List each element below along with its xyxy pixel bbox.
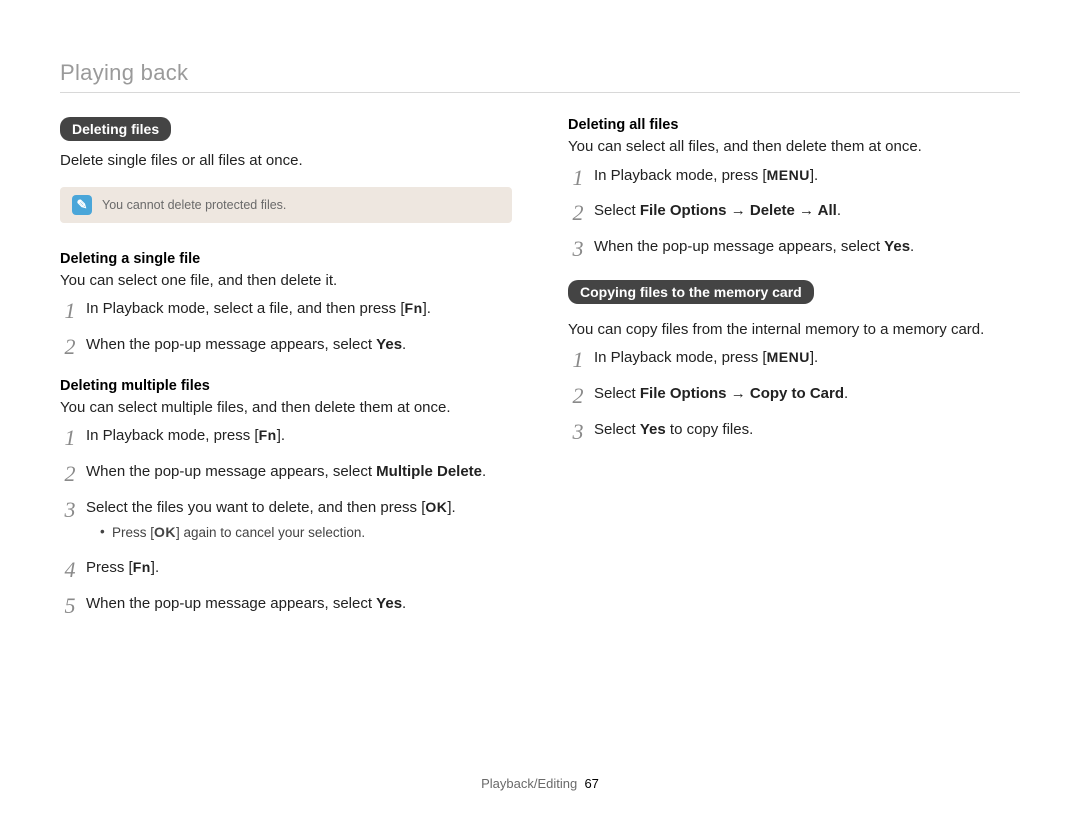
desc-copy-files: You can copy files from the internal mem… bbox=[568, 320, 1020, 340]
footer-chapter: Playback/Editing bbox=[481, 776, 577, 791]
step: Select File Options → Copy to Card. bbox=[568, 383, 1020, 405]
right-column: Deleting all files You can select all fi… bbox=[568, 117, 1020, 636]
step-text: When the pop-up message appears, select bbox=[86, 336, 376, 353]
steps-delete-single: In Playback mode, select a file, and the… bbox=[60, 298, 512, 356]
step: In Playback mode, select a file, and the… bbox=[60, 298, 512, 320]
step-text: Press [ bbox=[86, 559, 133, 576]
step-text: . bbox=[844, 385, 848, 402]
step: When the pop-up message appears, select … bbox=[568, 236, 1020, 258]
step-text: . bbox=[910, 238, 914, 255]
steps-delete-multiple: In Playback mode, press [Fn]. When the p… bbox=[60, 425, 512, 614]
note-text: You cannot delete protected files. bbox=[102, 198, 286, 212]
step-text: ]. bbox=[810, 167, 818, 184]
step-text: . bbox=[482, 463, 486, 480]
two-column-layout: Deleting files Delete single files or al… bbox=[60, 117, 1020, 636]
subhead-delete-single: Deleting a single file bbox=[60, 251, 512, 267]
step-text: In Playback mode, press [ bbox=[594, 167, 767, 184]
step-text: In Playback mode, press [ bbox=[594, 349, 767, 366]
note-icon: ✎ bbox=[72, 195, 92, 215]
step-text: Select bbox=[594, 421, 640, 438]
step-text: In Playback mode, select a file, and the… bbox=[86, 300, 405, 317]
step: In Playback mode, press [MENU]. bbox=[568, 347, 1020, 369]
step-text: ]. bbox=[810, 349, 818, 366]
heading-pill-copy-files: Copying files to the memory card bbox=[568, 280, 814, 304]
step-bold: Yes bbox=[640, 421, 666, 438]
steps-delete-all: In Playback mode, press [MENU]. Select F… bbox=[568, 165, 1020, 258]
step-text: When the pop-up message appears, select bbox=[594, 238, 884, 255]
step-sub-bullet: Press [OK] again to cancel your selectio… bbox=[100, 522, 512, 543]
step-text: . bbox=[402, 336, 406, 353]
step: When the pop-up message appears, select … bbox=[60, 334, 512, 356]
step-text: to copy files. bbox=[666, 421, 754, 438]
step-text: . bbox=[837, 202, 841, 219]
step-text: In Playback mode, press [ bbox=[86, 427, 259, 444]
step-bold: Yes bbox=[884, 238, 910, 255]
fn-key: Fn bbox=[405, 298, 423, 318]
steps-copy-files: In Playback mode, press [MENU]. Select F… bbox=[568, 347, 1020, 440]
footer-page-number: 67 bbox=[584, 776, 598, 791]
step: Select Yes to copy files. bbox=[568, 419, 1020, 441]
divider bbox=[60, 92, 1020, 93]
step: Select the files you want to delete, and… bbox=[60, 497, 512, 543]
step-bold: Yes bbox=[376, 336, 402, 353]
desc-delete-multiple: You can select multiple files, and then … bbox=[60, 398, 512, 418]
fn-key: Fn bbox=[133, 557, 151, 577]
menu-key: MENU bbox=[767, 165, 810, 185]
step-text: Select the files you want to delete, and… bbox=[86, 499, 425, 516]
step-text: When the pop-up message appears, select bbox=[86, 595, 376, 612]
step-text: ]. bbox=[423, 300, 431, 317]
page-footer: Playback/Editing 67 bbox=[0, 776, 1080, 791]
fn-key: Fn bbox=[259, 425, 277, 445]
step-text: ]. bbox=[447, 499, 455, 516]
step-bold: Multiple Delete bbox=[376, 463, 482, 480]
desc-delete-all: You can select all files, and then delet… bbox=[568, 137, 1020, 157]
menu-key: MENU bbox=[767, 347, 810, 367]
subhead-delete-all: Deleting all files bbox=[568, 117, 1020, 133]
left-column: Deleting files Delete single files or al… bbox=[60, 117, 512, 636]
desc-delete-single: You can select one file, and then delete… bbox=[60, 271, 512, 291]
step-text: ]. bbox=[277, 427, 285, 444]
step-text: . bbox=[402, 595, 406, 612]
step-bold: File Options → Copy to Card bbox=[640, 385, 844, 402]
step-bold: File Options → Delete → All bbox=[640, 202, 837, 219]
step-bold: Yes bbox=[376, 595, 402, 612]
step: When the pop-up message appears, select … bbox=[60, 461, 512, 483]
ok-key: OK bbox=[425, 497, 447, 517]
step: Press [Fn]. bbox=[60, 557, 512, 579]
step-text: ]. bbox=[151, 559, 159, 576]
heading-pill-deleting-files: Deleting files bbox=[60, 117, 171, 141]
intro-text: Delete single files or all files at once… bbox=[60, 151, 512, 171]
step: In Playback mode, press [MENU]. bbox=[568, 165, 1020, 187]
step: When the pop-up message appears, select … bbox=[60, 593, 512, 615]
bullet-text: Press [ bbox=[112, 525, 154, 540]
breadcrumb-section: Playing back bbox=[60, 60, 1020, 86]
step: In Playback mode, press [Fn]. bbox=[60, 425, 512, 447]
manual-page: Playing back Deleting files Delete singl… bbox=[0, 0, 1080, 815]
step-text: Select bbox=[594, 202, 640, 219]
step-text: When the pop-up message appears, select bbox=[86, 463, 376, 480]
subhead-delete-multiple: Deleting multiple files bbox=[60, 378, 512, 394]
step-text: Select bbox=[594, 385, 640, 402]
note-callout: ✎ You cannot delete protected files. bbox=[60, 187, 512, 223]
ok-key: OK bbox=[154, 522, 176, 542]
bullet-text: ] again to cancel your selection. bbox=[176, 525, 365, 540]
step: Select File Options → Delete → All. bbox=[568, 200, 1020, 222]
